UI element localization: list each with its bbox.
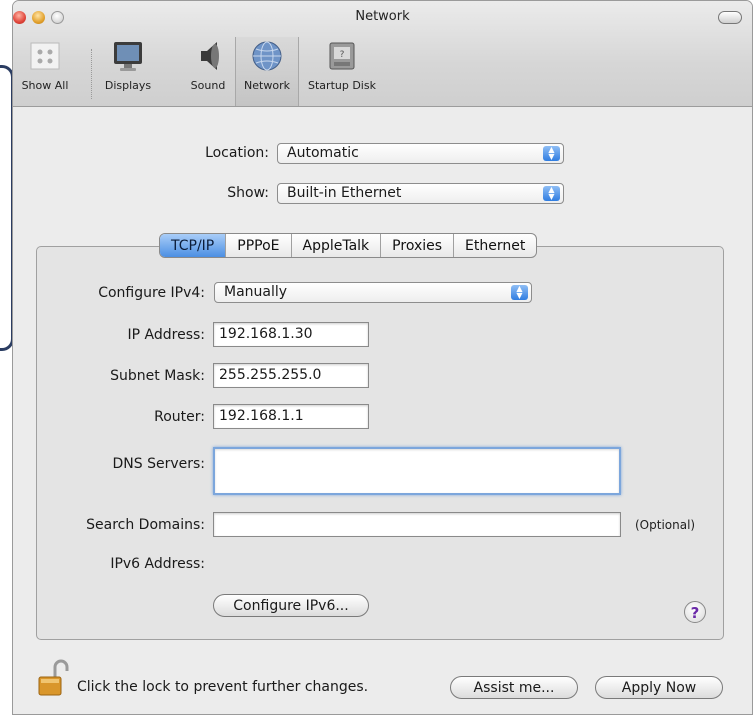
toolbar-startup-disk[interactable]: ? Startup Disk (305, 39, 379, 105)
apply-now-button[interactable]: Apply Now (595, 676, 723, 699)
location-popup[interactable]: Automatic ▲ ▼ (277, 143, 564, 164)
ip-address-label: IP Address: (127, 327, 206, 343)
configure-ipv6-button[interactable]: Configure IPv6... (213, 594, 369, 617)
network-window: Network Show All Displays Sound Network … (12, 0, 753, 715)
toolbar-displays[interactable]: Displays (99, 39, 157, 105)
disk-icon: ? (329, 42, 355, 70)
toolbar-toggle-button[interactable] (718, 11, 742, 24)
router-label: Router: (154, 409, 205, 425)
tab-pppoe[interactable]: PPPoE (225, 234, 290, 257)
location-label: Location: (205, 145, 269, 161)
toolbar-separator (91, 49, 92, 99)
show-popup[interactable]: Built-in Ethernet ▲ ▼ (277, 183, 564, 204)
tab-appletalk[interactable]: AppleTalk (290, 234, 381, 257)
configure-ipv4-label: Configure IPv4: (98, 285, 205, 301)
toolbar-network[interactable]: Network (235, 37, 299, 106)
search-domains-label: Search Domains: (86, 517, 205, 533)
apple-icon (30, 42, 60, 70)
tcpip-panel (36, 246, 724, 640)
location-value: Automatic (287, 145, 359, 161)
popup-arrows-icon: ▲ ▼ (511, 285, 528, 300)
help-button[interactable]: ? (684, 601, 706, 623)
toolbar-show-all[interactable]: Show All (17, 39, 73, 105)
show-value: Built-in Ethernet (287, 185, 402, 201)
speaker-icon (201, 42, 219, 70)
configure-ipv4-value: Manually (224, 284, 288, 300)
ip-address-field[interactable]: 192.168.1.30 (213, 322, 369, 347)
toolbar-label: Startup Disk (308, 79, 376, 92)
configure-ipv4-popup[interactable]: Manually ▲ ▼ (214, 282, 532, 303)
dns-servers-label: DNS Servers: (112, 456, 205, 472)
toolbar-sound[interactable]: Sound (185, 39, 231, 105)
tab-tcpip[interactable]: TCP/IP (160, 234, 226, 257)
toolbar-label: Displays (104, 79, 152, 92)
tab-bar: TCP/IP PPPoE AppleTalk Proxies Ethernet (159, 233, 538, 258)
lock-icon[interactable] (37, 659, 69, 699)
dns-servers-field[interactable] (213, 447, 621, 495)
show-label: Show: (227, 185, 269, 201)
svg-text:?: ? (340, 50, 345, 60)
router-field[interactable]: 192.168.1.1 (213, 404, 369, 429)
subnet-mask-label: Subnet Mask: (110, 368, 205, 384)
toolbar-label: Sound (190, 79, 226, 92)
lock-message: Click the lock to prevent further change… (77, 679, 369, 695)
display-icon (114, 42, 142, 71)
popup-arrows-icon: ▲ ▼ (543, 186, 560, 201)
tab-ethernet[interactable]: Ethernet (453, 234, 536, 257)
optional-hint: (Optional) (635, 518, 696, 532)
window-title: Network (355, 9, 410, 24)
titlebar: Network Show All Displays Sound Network … (13, 1, 752, 107)
search-domains-field[interactable] (213, 512, 621, 537)
tab-proxies[interactable]: Proxies (380, 234, 453, 257)
globe-icon (252, 41, 282, 71)
toolbar-label: Network (244, 79, 290, 92)
assist-me-button[interactable]: Assist me... (450, 676, 578, 699)
ipv6-address-label: IPv6 Address: (110, 556, 205, 572)
toolbar-label: Show All (21, 79, 69, 92)
subnet-mask-field[interactable]: 255.255.255.0 (213, 363, 369, 388)
popup-arrows-icon: ▲ ▼ (543, 146, 560, 161)
